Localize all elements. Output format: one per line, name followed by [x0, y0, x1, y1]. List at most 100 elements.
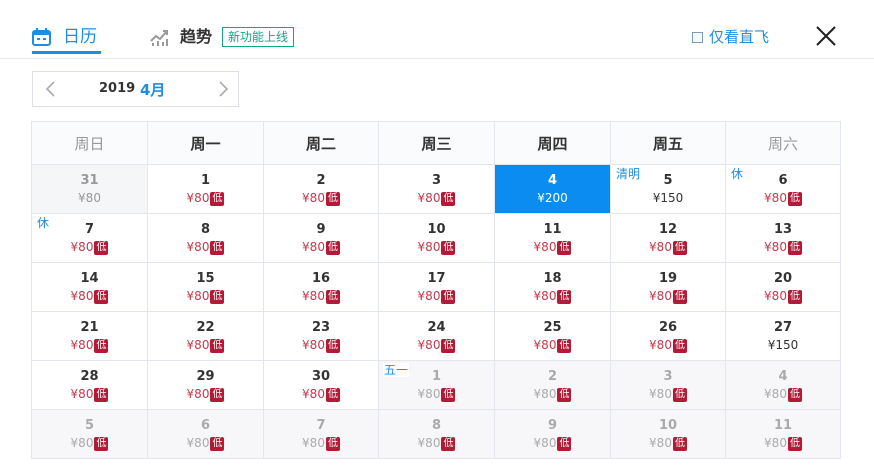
day-cell[interactable]: 休 6 ¥80 低: [725, 164, 841, 214]
low-price-badge: 低: [94, 240, 109, 255]
tab-calendar[interactable]: 日历: [32, 22, 101, 54]
calendar-body: 31 ¥80 1 ¥80 低 2 ¥80 低 3 ¥80 低 4 ¥200 清明 5 ¥150 休 6 ¥80 低休 7…: [31, 164, 841, 459]
low-price-badge: 低: [557, 289, 572, 304]
holiday-tag: 休: [36, 216, 51, 230]
day-cell[interactable]: 19 ¥80 低: [610, 262, 726, 312]
day-cell[interactable]: 31 ¥80: [31, 164, 148, 214]
day-cell[interactable]: 10 ¥80 低: [610, 409, 726, 459]
low-price-badge: 低: [441, 387, 456, 402]
day-cell[interactable]: 13 ¥80 低: [725, 213, 841, 263]
price-row: ¥80 低: [148, 337, 263, 353]
day-cell[interactable]: 2 ¥80 低: [494, 360, 611, 410]
price-row: ¥80 低: [726, 190, 840, 206]
day-cell[interactable]: 17 ¥80 低: [378, 262, 495, 312]
day-cell[interactable]: 16 ¥80 低: [263, 262, 379, 312]
day-cell[interactable]: 清明 5 ¥150: [610, 164, 726, 214]
day-cell[interactable]: 15 ¥80 低: [147, 262, 264, 312]
day-cell[interactable]: 24 ¥80 低: [378, 311, 495, 361]
low-price-badge: 低: [210, 436, 225, 451]
day-number: 29: [196, 369, 215, 384]
day-cell[interactable]: 11 ¥80 低: [494, 213, 611, 263]
day-cell[interactable]: 4 ¥200: [494, 164, 611, 214]
day-number: 13: [773, 222, 793, 237]
day-cell[interactable]: 23 ¥80 低: [263, 311, 379, 361]
price-row: ¥80 低: [495, 239, 610, 255]
day-cell[interactable]: 30 ¥80 低: [263, 360, 379, 410]
day-cell[interactable]: 12 ¥80 低: [610, 213, 726, 263]
weekday-header: 周一: [147, 121, 264, 165]
day-number: 11: [773, 418, 793, 433]
price-row: ¥80 低: [611, 239, 725, 255]
day-price: ¥80: [417, 387, 441, 401]
day-number: 5: [84, 418, 95, 433]
day-cell[interactable]: 五一 1 ¥80 低: [378, 360, 495, 410]
calendar-week-row: 28 ¥80 低 29 ¥80 低 30 ¥80 低五一 1 ¥80 低 2 ¥80 低 3 ¥80 低 4 ¥80 低: [31, 360, 841, 410]
day-cell[interactable]: 22 ¥80 低: [147, 311, 264, 361]
low-price-badge: 低: [787, 289, 802, 304]
low-price-badge: 低: [210, 338, 225, 353]
price-row: ¥80 低: [611, 337, 725, 353]
day-cell[interactable]: 29 ¥80 低: [147, 360, 264, 410]
day-cell[interactable]: 8 ¥80 低: [378, 409, 495, 459]
day-cell[interactable]: 8 ¥80 低: [147, 213, 264, 263]
day-cell[interactable]: 3 ¥80 低: [610, 360, 726, 410]
low-price-badge: 低: [787, 240, 802, 255]
day-cell[interactable]: 10 ¥80 低: [378, 213, 495, 263]
day-number: 19: [658, 271, 678, 286]
day-price: ¥80: [186, 289, 210, 303]
low-price-badge: 低: [210, 240, 225, 255]
day-price: ¥80: [764, 240, 787, 254]
day-price: ¥80: [417, 289, 441, 303]
day-cell[interactable]: 2 ¥80 低: [263, 164, 379, 214]
day-cell[interactable]: 27 ¥150: [725, 311, 841, 361]
day-cell[interactable]: 3 ¥80 低: [378, 164, 495, 214]
day-number: 20: [773, 271, 793, 286]
calendar-grid: 周日 周一 周二 周三 周四 周五 周六 31 ¥80 1 ¥80 低 2 ¥80 低 3 ¥80…: [31, 121, 841, 459]
price-row: ¥150: [611, 190, 725, 206]
price-row: ¥80: [32, 190, 147, 206]
day-cell[interactable]: 6 ¥80 低: [147, 409, 264, 459]
day-number: 9: [547, 418, 558, 433]
chevron-right-icon[interactable]: [213, 79, 233, 99]
day-cell[interactable]: 21 ¥80 低: [31, 311, 148, 361]
day-cell[interactable]: 休 7 ¥80 低: [31, 213, 148, 263]
chevron-left-icon[interactable]: [41, 79, 61, 99]
day-cell[interactable]: 18 ¥80 低: [494, 262, 611, 312]
low-price-badge: 低: [672, 289, 687, 304]
low-price-badge: 低: [441, 191, 456, 206]
day-cell[interactable]: 11 ¥80 低: [725, 409, 841, 459]
direct-only-toggle[interactable]: 仅看直飞: [692, 26, 769, 48]
price-row: ¥80 低: [379, 190, 494, 206]
day-number: 2: [547, 369, 558, 384]
day-price: ¥150: [767, 338, 799, 352]
direct-only-checkbox[interactable]: [692, 31, 703, 43]
day-cell[interactable]: 7 ¥80 低: [263, 409, 379, 459]
low-price-badge: 低: [557, 436, 572, 451]
tab-calendar-label: 日历: [63, 26, 97, 47]
day-cell[interactable]: 1 ¥80 低: [147, 164, 264, 214]
day-cell[interactable]: 26 ¥80 低: [610, 311, 726, 361]
day-price: ¥80: [533, 338, 557, 352]
close-icon[interactable]: [814, 24, 838, 48]
low-price-badge: 低: [441, 338, 456, 353]
day-number: 31: [80, 173, 99, 188]
low-price-badge: 低: [210, 289, 225, 304]
tab-trend[interactable]: 趋势 新功能上线: [150, 22, 295, 52]
low-price-badge: 低: [441, 436, 456, 451]
day-cell[interactable]: 9 ¥80 低: [494, 409, 611, 459]
price-row: ¥150: [726, 337, 840, 353]
low-price-badge: 低: [94, 338, 109, 353]
day-price: ¥80: [302, 289, 325, 303]
day-cell[interactable]: 4 ¥80 低: [725, 360, 841, 410]
day-cell[interactable]: 25 ¥80 低: [494, 311, 611, 361]
day-price: ¥80: [417, 338, 441, 352]
low-price-badge: 低: [210, 191, 225, 206]
day-price: ¥80: [186, 436, 210, 450]
price-row: ¥80 低: [495, 288, 610, 304]
day-cell[interactable]: 5 ¥80 低: [31, 409, 148, 459]
day-number: 15: [196, 271, 215, 286]
day-cell[interactable]: 20 ¥80 低: [725, 262, 841, 312]
day-cell[interactable]: 14 ¥80 低: [31, 262, 148, 312]
day-cell[interactable]: 28 ¥80 低: [31, 360, 148, 410]
day-cell[interactable]: 9 ¥80 低: [263, 213, 379, 263]
